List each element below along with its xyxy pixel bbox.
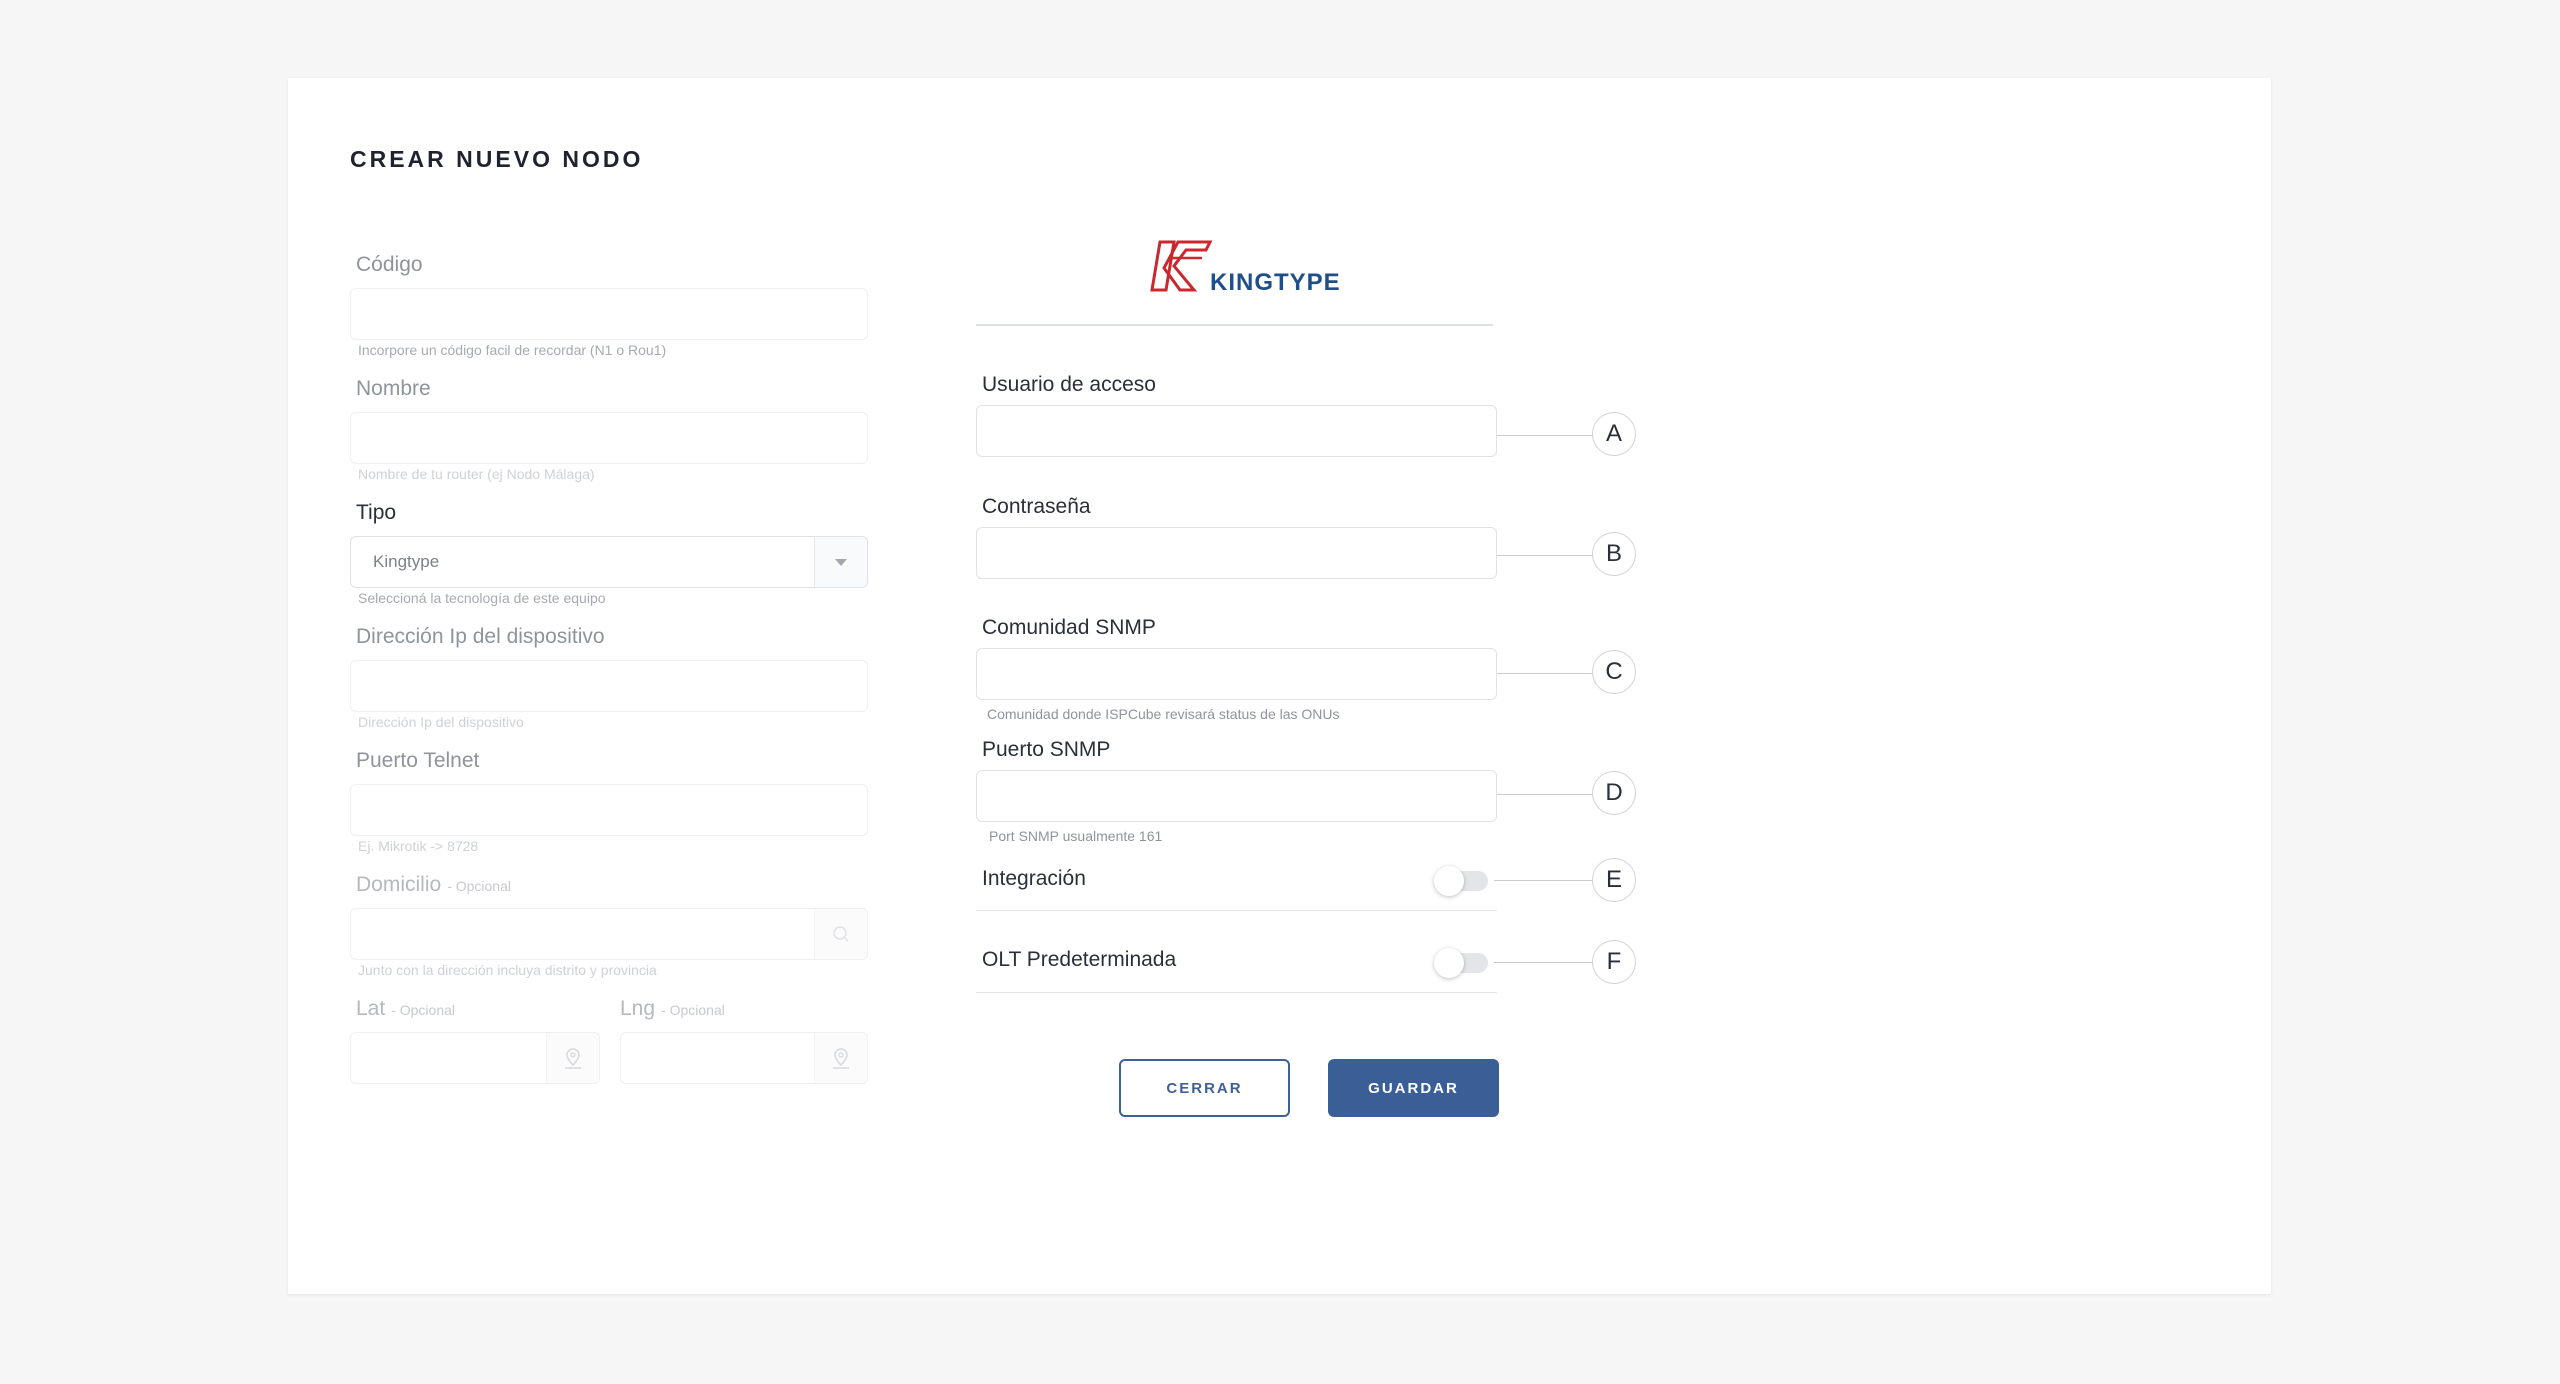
map-pin-icon <box>565 1048 581 1069</box>
tipo-selected-value: Kingtype <box>373 552 440 571</box>
contrasena-input[interactable] <box>976 527 1497 579</box>
integracion-toggle[interactable] <box>1434 866 1488 896</box>
lat-label-text: Lat <box>356 997 386 1020</box>
domicilio-optional-tag: - Opcional <box>447 878 511 894</box>
domicilio-label-text: Domicilio <box>356 873 442 896</box>
tipo-dropdown-button[interactable] <box>814 537 867 587</box>
connector-c <box>1497 673 1593 674</box>
marker-a: A <box>1592 412 1636 456</box>
ip-input[interactable] <box>350 660 868 712</box>
telnet-hint: Ej. Mikrotik -> 8728 <box>358 838 479 854</box>
comunidad-hint: Comunidad donde ISPCube revisará status … <box>987 706 1340 722</box>
marker-b: B <box>1592 532 1636 576</box>
olt-divider <box>976 992 1497 993</box>
comunidad-label: Comunidad SNMP <box>982 616 1156 639</box>
lng-optional-tag: - Opcional <box>661 1002 725 1018</box>
ip-label: Dirección Ip del dispositivo <box>356 625 605 648</box>
modal-title: CREAR NUEVO NODO <box>350 146 644 172</box>
integracion-label: Integración <box>982 867 1086 890</box>
create-node-modal: CREAR NUEVO NODO Código Incorpore un cód… <box>288 78 2271 1294</box>
kingtype-logo: KINGTYPE <box>1144 238 1364 308</box>
toggle-knob <box>1434 866 1464 896</box>
search-icon <box>833 926 849 942</box>
marker-d: D <box>1592 771 1636 815</box>
connector-b <box>1497 555 1593 556</box>
tipo-select[interactable]: Kingtype <box>350 536 868 588</box>
marker-c: C <box>1592 650 1636 694</box>
toggle-knob <box>1434 948 1464 978</box>
save-button[interactable]: GUARDAR <box>1328 1059 1499 1117</box>
connector-d <box>1497 794 1593 795</box>
marker-e: E <box>1592 858 1636 902</box>
nombre-label: Nombre <box>356 377 431 400</box>
chevron-down-icon <box>835 559 847 566</box>
logo-divider <box>976 324 1493 326</box>
puerto-snmp-label: Puerto SNMP <box>982 738 1111 761</box>
lng-input[interactable] <box>620 1032 868 1084</box>
olt-toggle[interactable] <box>1434 948 1488 978</box>
lng-pick-button[interactable] <box>814 1033 867 1083</box>
lat-input[interactable] <box>350 1032 600 1084</box>
usuario-label: Usuario de acceso <box>982 373 1156 396</box>
domicilio-input[interactable] <box>350 908 868 960</box>
telnet-input[interactable] <box>350 784 868 836</box>
domicilio-label: Domicilio - Opcional <box>356 873 511 897</box>
logo-brand-text: KINGTYPE <box>1210 269 1341 296</box>
lat-pick-button[interactable] <box>546 1033 599 1083</box>
marker-f: F <box>1592 940 1636 984</box>
olt-label: OLT Predeterminada <box>982 948 1177 971</box>
usuario-input[interactable] <box>976 405 1497 457</box>
lat-optional-tag: - Opcional <box>391 1002 456 1018</box>
kingtype-logo-mark: KINGTYPE <box>1150 240 1341 296</box>
codigo-label: Código <box>356 253 423 276</box>
puerto-snmp-input[interactable] <box>976 770 1497 822</box>
connector-a <box>1497 435 1593 436</box>
nombre-input[interactable] <box>350 412 868 464</box>
connector-f <box>1494 962 1593 963</box>
puerto-snmp-hint: Port SNMP usualmente 161 <box>989 828 1163 844</box>
telnet-label: Puerto Telnet <box>356 749 480 772</box>
connector-e <box>1494 880 1593 881</box>
close-button[interactable]: CERRAR <box>1119 1059 1290 1117</box>
ip-hint: Dirección Ip del dispositivo <box>358 714 524 730</box>
domicilio-hint: Junto con la dirección incluya distrito … <box>358 962 657 978</box>
integracion-divider <box>976 910 1497 911</box>
comunidad-input[interactable] <box>976 648 1497 700</box>
map-pin-icon <box>833 1048 849 1069</box>
lat-label: Lat - Opcional <box>356 997 455 1021</box>
nombre-hint: Nombre de tu router (ej Nodo Málaga) <box>358 466 595 482</box>
lng-label-text: Lng <box>620 997 656 1020</box>
tipo-hint: Seleccioná la tecnología de este equipo <box>358 590 606 606</box>
lng-label: Lng - Opcional <box>620 997 725 1021</box>
domicilio-search-button[interactable] <box>814 909 867 959</box>
codigo-input[interactable] <box>350 288 868 340</box>
tipo-label: Tipo <box>356 501 397 524</box>
contrasena-label: Contraseña <box>982 495 1091 518</box>
codigo-hint: Incorpore un código facil de recordar (N… <box>358 342 667 358</box>
